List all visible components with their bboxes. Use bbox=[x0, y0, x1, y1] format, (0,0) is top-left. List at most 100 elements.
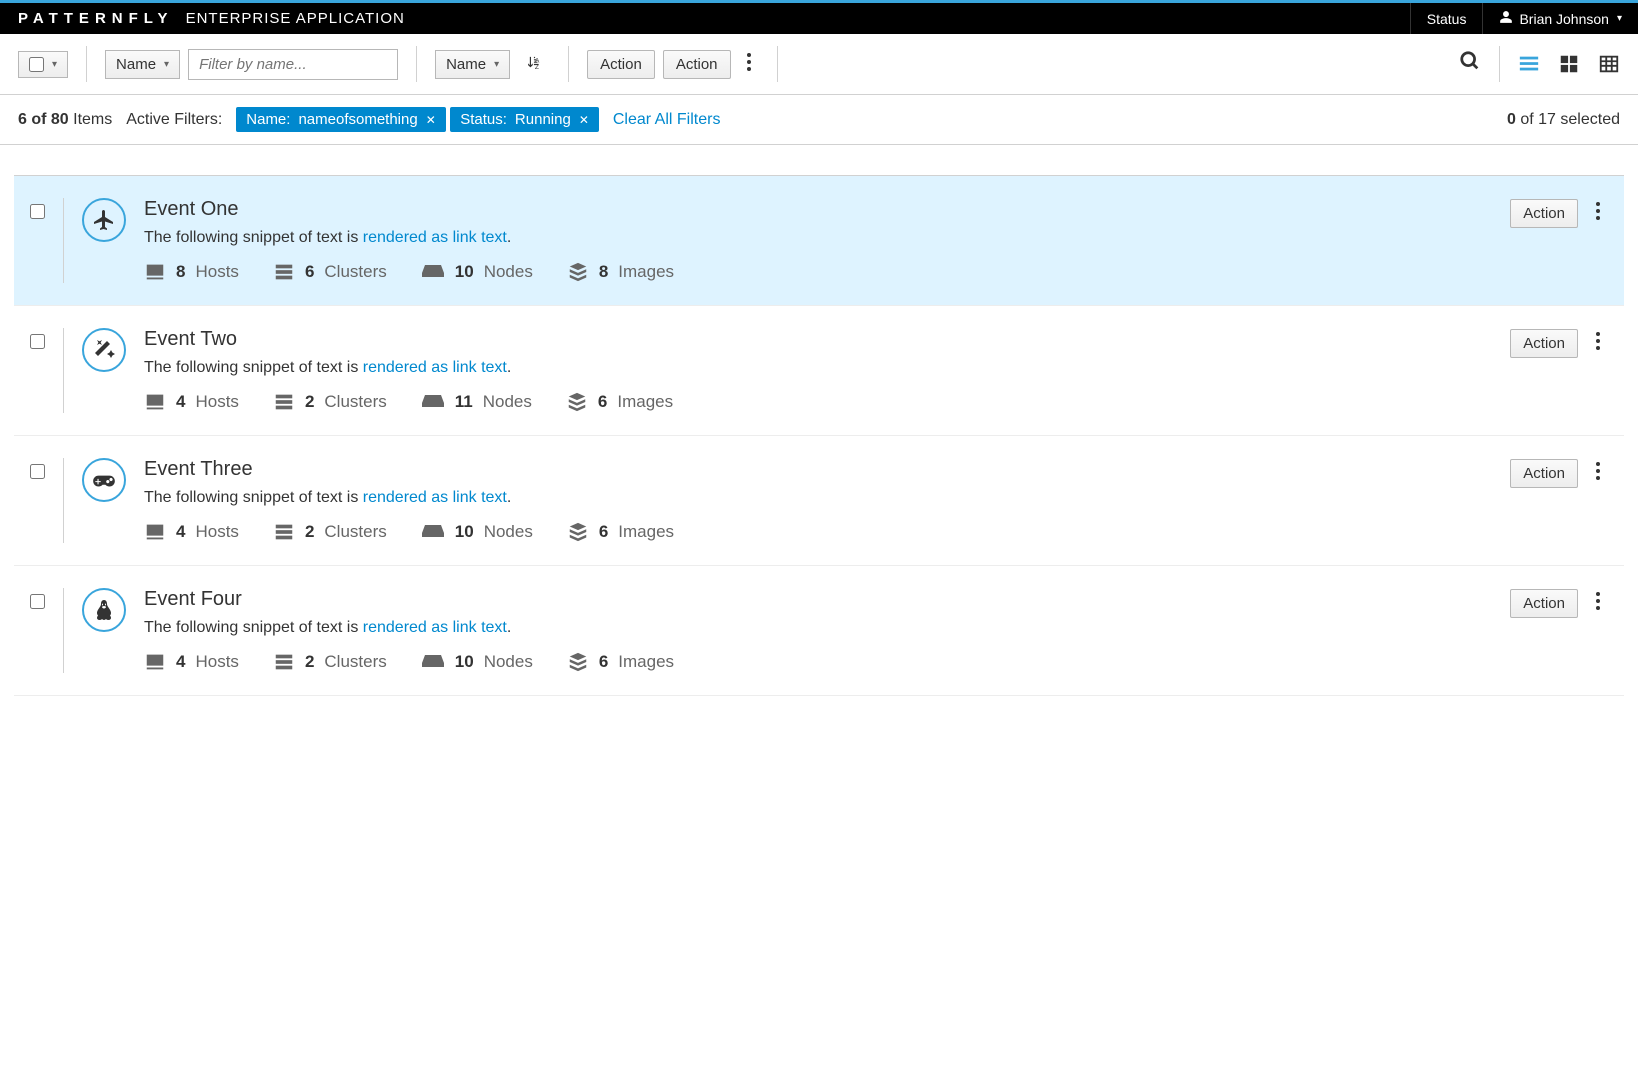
caret-down-icon: ▾ bbox=[52, 59, 57, 70]
stat-nodes: 10 Nodes bbox=[421, 262, 533, 282]
row-link[interactable]: rendered as link text bbox=[363, 619, 507, 636]
chip-key: Name: bbox=[246, 111, 290, 128]
row-link[interactable]: rendered as link text bbox=[363, 359, 507, 376]
list-row[interactable]: Event One The following snippet of text … bbox=[14, 176, 1624, 306]
action-button-1[interactable]: Action bbox=[587, 50, 655, 79]
chip-key: Status: bbox=[460, 111, 507, 128]
row-checkbox[interactable] bbox=[30, 464, 45, 479]
list-view-icon[interactable] bbox=[1518, 53, 1540, 75]
status-menu[interactable]: Status bbox=[1410, 3, 1483, 34]
chip-remove-icon[interactable]: ✕ bbox=[426, 113, 436, 127]
stat-clusters: 6 Clusters bbox=[273, 261, 387, 283]
row-action-button[interactable]: Action bbox=[1510, 589, 1578, 618]
topbar: PATTERNFLY ENTERPRISE APPLICATION Status… bbox=[0, 0, 1638, 34]
filter-chip: Status: Running ✕ bbox=[450, 107, 599, 132]
bulk-select-checkbox[interactable]: ▾ bbox=[18, 51, 68, 78]
stat-images: 8 Images bbox=[567, 261, 674, 283]
stat-nodes: 11 Nodes bbox=[421, 392, 532, 412]
list-row[interactable]: Event Two The following snippet of text … bbox=[14, 306, 1624, 436]
brand-main: PATTERNFLY bbox=[18, 10, 174, 27]
row-checkbox[interactable] bbox=[30, 334, 45, 349]
row-link[interactable]: rendered as link text bbox=[363, 229, 507, 246]
row-action-button[interactable]: Action bbox=[1510, 329, 1578, 358]
action-button-2[interactable]: Action bbox=[663, 50, 731, 79]
stat-images: 6 Images bbox=[567, 521, 674, 543]
chip-value: nameofsomething bbox=[298, 111, 417, 128]
stat-hosts: 8 Hosts bbox=[144, 261, 239, 283]
stat-hosts: 4 Hosts bbox=[144, 521, 239, 543]
wand-icon bbox=[82, 328, 126, 372]
svg-text:Z: Z bbox=[535, 64, 539, 71]
row-stats: 4 Hosts 2 Clusters 10 Nodes 6 Images bbox=[144, 521, 1492, 543]
row-kebab[interactable] bbox=[1588, 198, 1608, 229]
filter-field-select[interactable]: Name ▾ bbox=[105, 50, 180, 79]
divider bbox=[63, 588, 64, 673]
linux-icon bbox=[82, 588, 126, 632]
row-title: Event Four bbox=[144, 588, 1492, 611]
stat-nodes: 10 Nodes bbox=[421, 652, 533, 672]
stat-images: 6 Images bbox=[566, 391, 673, 413]
plane-icon bbox=[82, 198, 126, 242]
tile-view-icon[interactable] bbox=[1558, 53, 1580, 75]
list-row[interactable]: Event Three The following snippet of tex… bbox=[14, 436, 1624, 566]
status-label: Status bbox=[1427, 11, 1467, 27]
row-description: The following snippet of text is rendere… bbox=[144, 229, 1492, 247]
row-checkbox[interactable] bbox=[30, 204, 45, 219]
caret-down-icon: ▾ bbox=[494, 59, 499, 70]
filter-chip: Name: nameofsomething ✕ bbox=[236, 107, 446, 132]
active-filters-bar: 6 of 80 Items Active Filters: Name: name… bbox=[0, 95, 1638, 145]
stat-nodes: 10 Nodes bbox=[421, 522, 533, 542]
stat-hosts: 4 Hosts bbox=[144, 651, 239, 673]
row-checkbox[interactable] bbox=[30, 594, 45, 609]
chip-remove-icon[interactable]: ✕ bbox=[579, 113, 589, 127]
row-kebab[interactable] bbox=[1588, 328, 1608, 359]
row-description: The following snippet of text is rendere… bbox=[144, 619, 1492, 637]
item-count: 6 of 80 Items bbox=[18, 111, 112, 129]
list-row[interactable]: Event Four The following snippet of text… bbox=[14, 566, 1624, 696]
bulk-checkbox[interactable] bbox=[29, 57, 44, 72]
row-stats: 8 Hosts 6 Clusters 10 Nodes 8 Images bbox=[144, 261, 1492, 283]
row-action-button[interactable]: Action bbox=[1510, 199, 1578, 228]
row-description: The following snippet of text is rendere… bbox=[144, 359, 1492, 377]
chevron-down-icon: ▾ bbox=[1617, 13, 1622, 24]
filter-field-label: Name bbox=[116, 56, 156, 73]
chip-value: Running bbox=[515, 111, 571, 128]
divider bbox=[63, 458, 64, 543]
row-action-button[interactable]: Action bbox=[1510, 459, 1578, 488]
filter-input[interactable] bbox=[188, 49, 398, 80]
row-title: Event Two bbox=[144, 328, 1492, 351]
row-kebab[interactable] bbox=[1588, 458, 1608, 489]
row-link[interactable]: rendered as link text bbox=[363, 489, 507, 506]
row-stats: 4 Hosts 2 Clusters 11 Nodes 6 Images bbox=[144, 391, 1492, 413]
clear-all-filters[interactable]: Clear All Filters bbox=[613, 111, 721, 129]
view-switcher bbox=[1518, 53, 1620, 75]
sort-field-label: Name bbox=[446, 56, 486, 73]
toolbar-kebab[interactable] bbox=[739, 49, 759, 80]
row-description: The following snippet of text is rendere… bbox=[144, 489, 1492, 507]
table-view-icon[interactable] bbox=[1598, 53, 1620, 75]
caret-down-icon: ▾ bbox=[164, 59, 169, 70]
divider bbox=[63, 198, 64, 283]
row-kebab[interactable] bbox=[1588, 588, 1608, 619]
stat-clusters: 2 Clusters bbox=[273, 391, 387, 413]
selection-count: 0 of 17 selected bbox=[1507, 111, 1620, 129]
row-stats: 4 Hosts 2 Clusters 10 Nodes 6 Images bbox=[144, 651, 1492, 673]
user-icon bbox=[1499, 10, 1513, 27]
brand-sub: ENTERPRISE APPLICATION bbox=[186, 10, 405, 27]
user-menu[interactable]: Brian Johnson ▾ bbox=[1482, 3, 1638, 34]
toolbar: ▾ Name ▾ Name ▾ AZ Action Action bbox=[0, 34, 1638, 95]
stat-clusters: 2 Clusters bbox=[273, 521, 387, 543]
gamepad-icon bbox=[82, 458, 126, 502]
user-name: Brian Johnson bbox=[1519, 11, 1609, 27]
search-icon[interactable] bbox=[1459, 50, 1481, 78]
stat-images: 6 Images bbox=[567, 651, 674, 673]
stat-clusters: 2 Clusters bbox=[273, 651, 387, 673]
active-filters-label: Active Filters: bbox=[126, 111, 222, 129]
sort-field-select[interactable]: Name ▾ bbox=[435, 50, 510, 79]
list-view: Event One The following snippet of text … bbox=[14, 175, 1624, 696]
row-title: Event Three bbox=[144, 458, 1492, 481]
divider bbox=[63, 328, 64, 413]
stat-hosts: 4 Hosts bbox=[144, 391, 239, 413]
sort-direction-toggle[interactable]: AZ bbox=[518, 50, 550, 78]
brand: PATTERNFLY ENTERPRISE APPLICATION bbox=[0, 10, 423, 27]
